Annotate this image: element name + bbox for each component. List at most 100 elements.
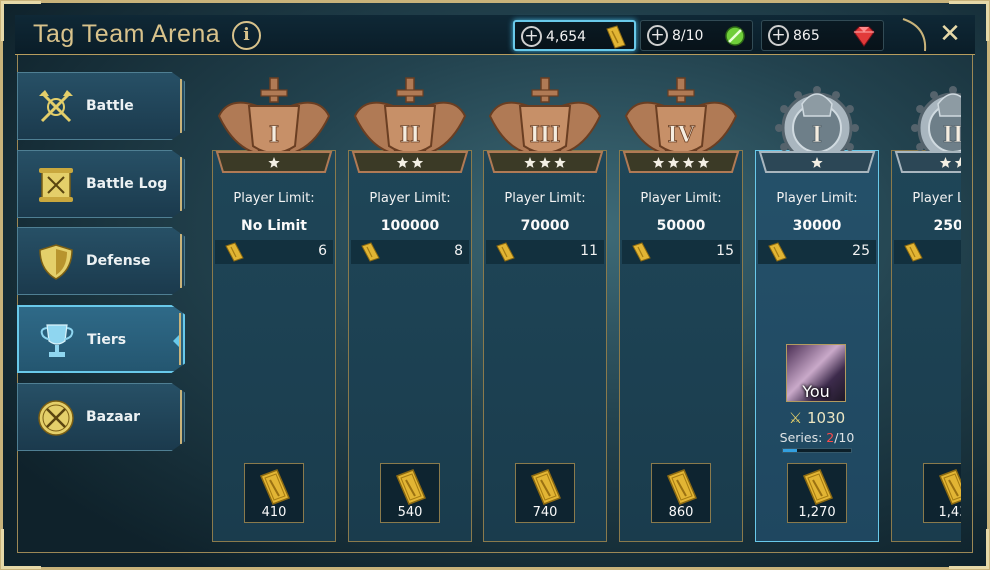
resource-energy[interactable]: + 8/10 (640, 20, 753, 51)
player-marker: You (786, 344, 848, 406)
tier-reward[interactable]: 740 (515, 463, 575, 523)
tier-emblem-icon: IV (622, 77, 740, 173)
tier-list: Player Limit: No Limit 6 410 I Player Limit: 1… (205, 70, 961, 548)
token-cost-row (894, 240, 961, 264)
token-count: 8 (454, 243, 463, 259)
tier-reward[interactable]: 860 (651, 463, 711, 523)
tier-emblem-icon: II (351, 77, 469, 173)
ruby-gem-icon (853, 26, 875, 47)
token-count: 6 (318, 243, 327, 259)
tier-reward[interactable]: 540 (380, 463, 440, 523)
sidebar-item-label: Defense (86, 253, 151, 269)
tier-card[interactable]: Player Limit: 50000 15 860 (619, 150, 743, 542)
player-limit-value: No Limit (240, 218, 307, 234)
svg-text:I: I (269, 122, 279, 148)
arena-score: ⚔ 1030 (756, 409, 878, 427)
tier-emblem-icon: I (215, 77, 333, 173)
player-limit-value: 100000 (380, 218, 440, 234)
token-cost-row: 25 (758, 240, 876, 264)
frame-ornament-icon (902, 18, 927, 52)
gold-token-icon (496, 242, 515, 262)
gold-token-icon (667, 469, 697, 505)
reward-value: 1,43 (938, 505, 961, 520)
tier-card[interactable]: Player Limit: 70000 11 740 (483, 150, 607, 542)
sidebar-item-battle-log[interactable]: Battle Log (17, 150, 185, 218)
player-limit-value: 30000 (792, 218, 842, 234)
series-prefix: Series: (779, 430, 827, 445)
resource-value: 865 (793, 28, 820, 44)
svg-text:I: I (812, 122, 822, 148)
gold-token-icon (361, 242, 380, 262)
crossed-swords-icon (38, 400, 74, 436)
tier-card[interactable]: Player Limit: 2500 1,43 (891, 150, 961, 542)
token-count: 25 (852, 243, 870, 259)
avatar: You (786, 344, 846, 402)
sidebar-item-battle[interactable]: Battle (17, 72, 185, 140)
tier-reward[interactable]: 1,270 (787, 463, 847, 523)
close-button[interactable]: ✕ (935, 19, 965, 49)
svg-text:IV: IV (667, 122, 695, 148)
gold-token-icon (531, 469, 561, 505)
gold-token-icon (803, 469, 833, 505)
reward-value: 740 (532, 505, 558, 520)
crossed-axes-icon (39, 90, 73, 123)
sidebar-item-label: Tiers (87, 332, 127, 348)
sidebar-item-tiers[interactable]: Tiers (17, 305, 185, 373)
player-limit-label: Player Limit: (776, 191, 858, 206)
tier-emblem-icon: III (486, 77, 604, 173)
gold-token-icon (632, 242, 651, 262)
gold-token-icon (904, 242, 923, 262)
add-icon[interactable]: + (647, 25, 668, 46)
tier-card[interactable]: Player Limit: 100000 8 540 (348, 150, 472, 542)
add-icon[interactable]: + (521, 26, 542, 47)
page-title: Tag Team Arena (33, 20, 221, 48)
tier-reward[interactable]: 410 (244, 463, 304, 523)
crossed-swords-icon: ⚔ (788, 409, 803, 427)
sidebar-item-label: Battle Log (86, 176, 168, 192)
green-energy-icon (725, 26, 745, 46)
reward-value: 860 (668, 505, 694, 520)
frame-corner (1, 529, 41, 569)
token-cost-row: 8 (351, 240, 469, 264)
tier-reward[interactable]: 1,43 (923, 463, 961, 523)
you-label: You (802, 382, 830, 401)
selected-arrow-icon (173, 333, 181, 349)
series-total: /10 (834, 430, 855, 445)
player-limit-label: Player Limit: (369, 191, 451, 206)
player-limit-label: Player Limit: (912, 191, 961, 206)
gold-token-icon (606, 25, 626, 49)
resource-arena-tokens[interactable]: + 4,654 (513, 20, 636, 51)
resource-gems[interactable]: + 865 (761, 20, 884, 51)
sidebar-item-label: Bazaar (86, 409, 141, 425)
tier-emblem-icon: I (758, 86, 876, 173)
reward-value: 410 (261, 505, 287, 520)
info-button[interactable]: i (232, 21, 261, 50)
token-count: 11 (580, 243, 598, 259)
series-progress-bar (782, 448, 852, 453)
gold-token-icon (768, 242, 787, 262)
resource-value: 8/10 (672, 28, 704, 44)
sidebar-item-bazaar[interactable]: Bazaar (17, 383, 185, 451)
sidebar-item-defense[interactable]: Defense (17, 227, 185, 295)
player-limit-label: Player Limit: (640, 191, 722, 206)
shield-icon (39, 244, 73, 280)
token-count: 15 (716, 243, 734, 259)
gold-token-icon (939, 469, 961, 505)
series-progress-fill (783, 449, 797, 452)
series-progress-text: Series: 2/10 (756, 430, 878, 445)
tier-card[interactable]: Player Limit: 30000 25 1,270 You ⚔ 1030 Series… (755, 150, 879, 542)
svg-text:II: II (400, 122, 421, 148)
gold-token-icon (260, 469, 290, 505)
tier-emblem-icon: II (894, 86, 961, 173)
gold-token-icon (396, 469, 426, 505)
tier-card[interactable]: Player Limit: No Limit 6 410 (212, 150, 336, 542)
gold-token-icon (225, 242, 244, 262)
player-limit-label: Player Limit: (233, 191, 315, 206)
sidebar-item-label: Battle (86, 98, 134, 114)
reward-value: 1,270 (798, 505, 836, 520)
token-cost-row: 11 (486, 240, 604, 264)
token-cost-row: 6 (215, 240, 333, 264)
player-limit-value: 70000 (520, 218, 570, 234)
svg-text:II: II (943, 122, 961, 148)
add-icon[interactable]: + (768, 25, 789, 46)
